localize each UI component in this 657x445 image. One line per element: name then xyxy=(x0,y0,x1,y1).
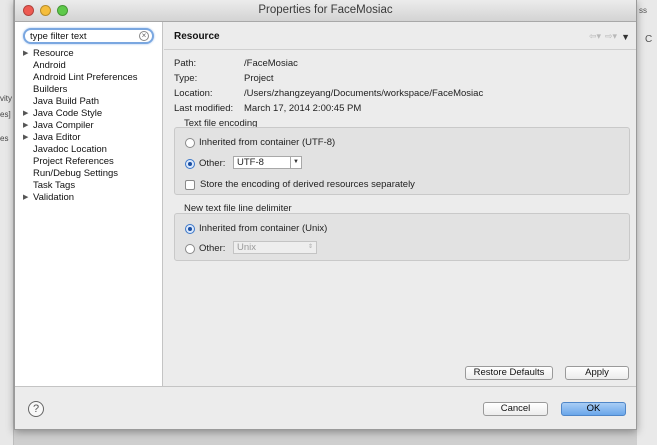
encoding-other-radio[interactable] xyxy=(185,158,195,169)
tree-item-builders[interactable]: Builders xyxy=(23,84,138,96)
encoding-select-value: UTF-8 xyxy=(237,157,264,168)
expand-arrow-icon[interactable]: ▶ xyxy=(23,192,33,204)
info-row-type: Type: Project xyxy=(174,71,483,86)
filter-field[interactable]: × xyxy=(23,28,154,44)
radio-label: Other: xyxy=(199,158,226,169)
page-title: Resource xyxy=(174,31,220,42)
delimiter-group: Inherited from container (Unix) Other: U… xyxy=(174,213,630,261)
tree-item-label: Java Build Path xyxy=(33,96,100,107)
tree-item-label: Java Compiler xyxy=(33,120,94,131)
info-key: Last modified: xyxy=(174,103,234,114)
tree-item-java-editor[interactable]: ▶ Java Editor xyxy=(23,132,138,144)
background-text-fragment: C xyxy=(645,34,653,45)
window-title: Properties for FaceMosiac xyxy=(258,4,393,16)
info-row-last-modified: Last modified: March 17, 2014 2:00:45 PM xyxy=(174,101,483,116)
tree-item-label: Javadoc Location xyxy=(33,144,107,155)
store-encoding-option[interactable]: Store the encoding of derived resources … xyxy=(185,179,415,190)
tree-item-validation[interactable]: ▶ Validation xyxy=(23,192,138,204)
page-nav-icons: ⇦▾ ⇨▾ ▼ xyxy=(589,31,630,42)
tree-item-label: Android Lint Preferences xyxy=(33,72,138,83)
tree-item-resource[interactable]: ▶ Resource xyxy=(23,48,138,60)
background-text-fragment: es] xyxy=(0,110,11,119)
tree-item-label: Builders xyxy=(33,84,68,95)
expand-arrow-icon[interactable]: ▶ xyxy=(23,132,33,144)
encoding-inherited-option[interactable]: Inherited from container (UTF-8) xyxy=(185,137,335,148)
info-key: Location: xyxy=(174,88,213,99)
cancel-button[interactable]: Cancel xyxy=(483,402,548,416)
encoding-group: Inherited from container (UTF-8) Other: … xyxy=(174,127,630,195)
tree-item-java-code-style[interactable]: ▶ Java Code Style xyxy=(23,108,138,120)
properties-tree: ▶ Resource Android Android Lint Preferen… xyxy=(23,48,138,204)
tree-item-label: Task Tags xyxy=(33,180,76,191)
background-window-bottom xyxy=(14,430,637,445)
restore-defaults-button[interactable]: Restore Defaults xyxy=(465,366,553,380)
info-value: /Users/zhangzeyang/Documents/workspace/F… xyxy=(244,88,484,99)
radio-label: Inherited from container (UTF-8) xyxy=(199,137,336,148)
radio-label: Inherited from container (Unix) xyxy=(199,223,328,234)
encoding-other-option[interactable]: Other: xyxy=(185,158,225,169)
checkbox-label: Store the encoding of derived resources … xyxy=(200,179,415,190)
tree-item-javadoc-location[interactable]: Javadoc Location xyxy=(23,144,138,156)
tree-item-java-build-path[interactable]: Java Build Path xyxy=(23,96,138,108)
tree-item-android[interactable]: Android xyxy=(23,60,138,72)
info-value: /FaceMosiac xyxy=(244,58,298,69)
tree-item-label: Resource xyxy=(33,48,74,59)
info-value: March 17, 2014 2:00:45 PM xyxy=(244,103,362,114)
background-text-fragment: vity xyxy=(0,94,12,103)
expand-arrow-icon[interactable]: ▶ xyxy=(23,108,33,120)
tree-item-label: Validation xyxy=(33,192,75,203)
resource-info: Path: /FaceMosiac Type: Project Location… xyxy=(174,56,483,116)
back-arrow-icon[interactable]: ⇦▾ xyxy=(589,31,601,42)
chevron-down-icon[interactable]: ▼ xyxy=(290,157,301,168)
info-row-path: Path: /FaceMosiac xyxy=(174,56,483,71)
help-icon[interactable]: ? xyxy=(28,401,44,417)
info-row-location: Location: /Users/zhangzeyang/Documents/w… xyxy=(174,86,483,101)
view-menu-icon[interactable]: ▼ xyxy=(621,32,630,42)
tree-item-run-debug-settings[interactable]: Run/Debug Settings xyxy=(23,168,138,180)
tree-item-java-compiler[interactable]: ▶ Java Compiler xyxy=(23,120,138,132)
apply-button[interactable]: Apply xyxy=(565,366,629,380)
title-bar: Properties for FaceMosiac xyxy=(15,0,636,22)
expand-arrow-icon[interactable]: ▶ xyxy=(23,48,33,60)
expand-arrow-icon[interactable]: ▶ xyxy=(23,120,33,132)
tree-item-android-lint-preferences[interactable]: Android Lint Preferences xyxy=(23,72,138,84)
info-key: Type: xyxy=(174,73,198,84)
chevron-updown-icon: ⇕ xyxy=(307,244,314,250)
tree-item-label: Run/Debug Settings xyxy=(33,168,119,179)
delimiter-select: Unix ⇕ xyxy=(233,241,317,254)
delimiter-other-radio[interactable] xyxy=(185,243,195,254)
properties-nav-pane: × ▶ Resource Android Android Lint Prefer… xyxy=(15,22,163,386)
background-text-fragment: ss xyxy=(639,6,647,15)
tree-item-label: Android xyxy=(33,60,66,71)
encoding-select[interactable]: UTF-8 ▼ xyxy=(233,156,302,169)
background-window-right: ss C xyxy=(637,0,657,445)
filter-input[interactable] xyxy=(30,31,138,42)
tree-item-label: Java Editor xyxy=(33,132,81,143)
page-header: Resource ⇦▾ ⇨▾ ▼ xyxy=(164,22,636,50)
delimiter-other-option[interactable]: Other: xyxy=(185,243,225,254)
radio-label: Other: xyxy=(199,243,226,254)
delimiter-inherited-option[interactable]: Inherited from container (Unix) xyxy=(185,223,327,234)
delimiter-inherited-radio[interactable] xyxy=(185,223,195,234)
delimiter-select-value: Unix xyxy=(237,242,257,253)
encoding-inherited-radio[interactable] xyxy=(185,137,195,148)
background-text-fragment: es xyxy=(0,134,9,143)
background-window-left: vity es] es xyxy=(0,0,14,445)
info-value: Project xyxy=(244,73,274,84)
store-encoding-checkbox[interactable] xyxy=(185,179,195,190)
properties-dialog: Properties for FaceMosiac × ▶ Resource A… xyxy=(14,0,637,430)
resource-page: Resource ⇦▾ ⇨▾ ▼ Path: /FaceMosiac Type:… xyxy=(164,22,636,386)
tree-item-label: Project References xyxy=(33,156,114,167)
clear-filter-icon[interactable]: × xyxy=(139,31,149,41)
ok-button[interactable]: OK xyxy=(561,402,626,416)
tree-item-label: Java Code Style xyxy=(33,108,103,119)
info-key: Path: xyxy=(174,58,197,69)
tree-item-task-tags[interactable]: Task Tags xyxy=(23,180,138,192)
forward-arrow-icon[interactable]: ⇨▾ xyxy=(605,31,617,42)
tree-item-project-references[interactable]: Project References xyxy=(23,156,138,168)
dialog-footer: ? Cancel OK xyxy=(15,386,636,429)
